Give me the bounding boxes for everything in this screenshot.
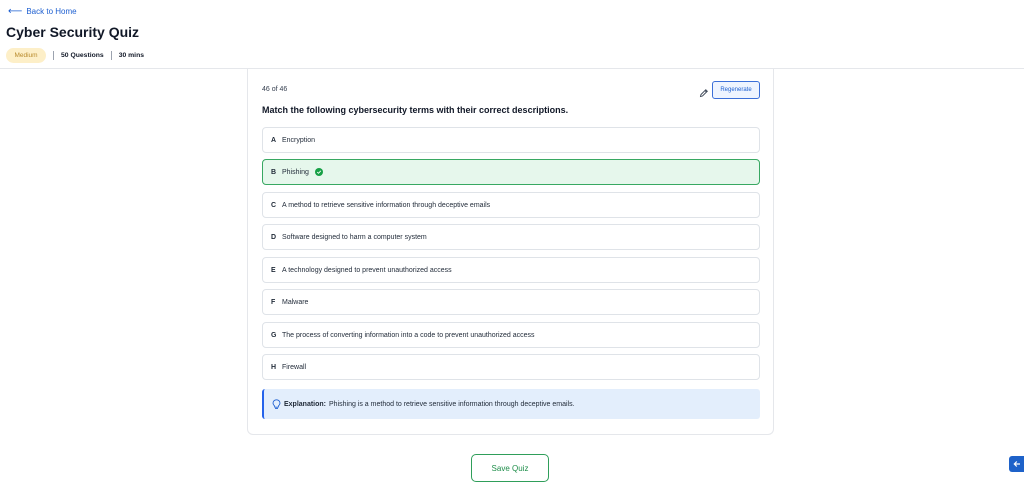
check-circle-icon: [314, 168, 323, 176]
option-f[interactable]: F Malware: [262, 289, 760, 315]
option-letter: A: [271, 136, 277, 144]
option-text: Phishing: [282, 168, 309, 176]
difficulty-badge: Medium: [6, 47, 46, 63]
page-title: Cyber Security Quiz: [6, 24, 140, 40]
question-counter: 46 of 46: [262, 86, 288, 93]
option-letter: G: [271, 331, 277, 339]
back-to-home-link[interactable]: ⟵ Back to Home: [8, 5, 77, 17]
question-count: 50 Questions: [61, 51, 104, 59]
option-a[interactable]: A Encryption: [262, 127, 760, 153]
option-letter: F: [271, 298, 276, 306]
quiz-duration: 30 mins: [118, 51, 144, 59]
option-letter: C: [271, 201, 277, 209]
explanation-box: Explanation: Phishing is a method to ret…: [262, 389, 760, 419]
option-text: A technology designed to prevent unautho…: [282, 266, 452, 274]
option-text: The process of converting information in…: [282, 331, 535, 339]
option-c[interactable]: C A method to retrieve sensitive informa…: [262, 192, 760, 218]
option-text: A method to retrieve sensitive informati…: [282, 201, 491, 209]
meta-divider: [53, 50, 54, 60]
question-text: Match the following cybersecurity terms …: [262, 105, 569, 115]
collapse-panel-button[interactable]: [1009, 456, 1024, 472]
option-b[interactable]: B Phishing: [262, 159, 760, 185]
option-text: Encryption: [282, 136, 316, 144]
arrow-left-icon: ⟵: [8, 5, 23, 17]
option-letter: H: [271, 363, 277, 371]
option-e[interactable]: E A technology designed to prevent unaut…: [262, 257, 760, 283]
lightbulb-icon: [272, 398, 281, 410]
option-letter: B: [271, 168, 277, 176]
explanation-label: Explanation:: [284, 400, 327, 408]
option-h[interactable]: H Firewall: [262, 354, 760, 380]
option-text: Firewall: [282, 363, 307, 371]
back-link-label: Back to Home: [26, 7, 77, 16]
option-text: Software designed to harm a computer sys…: [282, 233, 427, 241]
option-d[interactable]: D Software designed to harm a computer s…: [262, 224, 760, 250]
quiz-header: ⟵ Back to Home Cyber Security Quiz Mediu…: [0, 0, 1024, 69]
quiz-meta: Medium 50 Questions 30 mins: [6, 47, 144, 63]
option-letter: D: [271, 233, 277, 241]
save-quiz-button[interactable]: Save Quiz: [471, 454, 549, 482]
option-letter: E: [271, 266, 276, 274]
question-card: 46 of 46 Regenerate Match the following …: [247, 69, 774, 435]
option-text: Malware: [282, 298, 309, 306]
explanation-text: Phishing is a method to retrieve sensiti…: [329, 400, 575, 408]
regenerate-button[interactable]: Regenerate: [712, 81, 760, 99]
meta-divider: [110, 50, 112, 60]
pencil-edit-icon[interactable]: [699, 85, 709, 98]
arrow-left-icon: [1012, 455, 1021, 473]
option-g[interactable]: G The process of converting information …: [262, 322, 760, 348]
